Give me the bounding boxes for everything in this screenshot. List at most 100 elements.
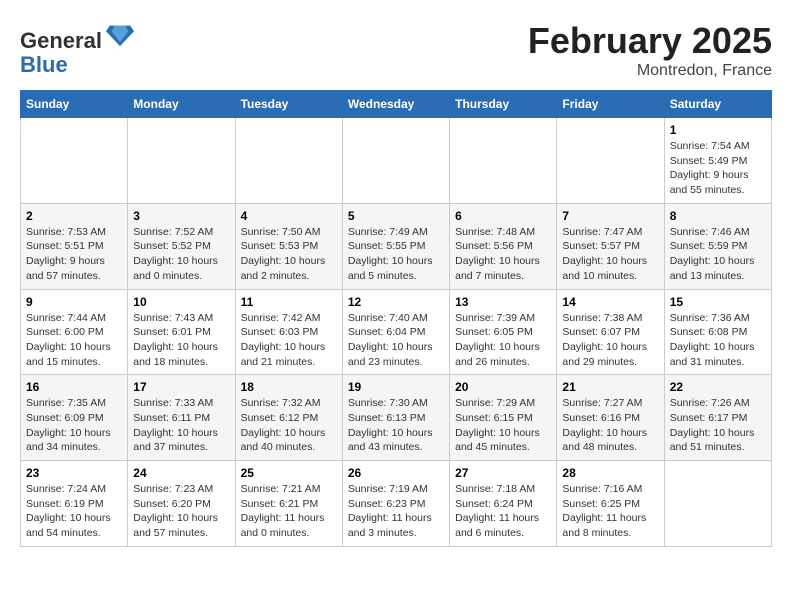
calendar-cell: 14 Sunrise: 7:38 AM Sunset: 6:07 PM Dayli… (557, 289, 664, 375)
day-number: 23 (26, 466, 122, 480)
day-of-week-header: Friday (557, 91, 664, 118)
day-info: Sunrise: 7:44 AM Sunset: 6:00 PM Dayligh… (26, 311, 122, 370)
calendar-cell: 4 Sunrise: 7:50 AM Sunset: 5:53 PM Daylig… (235, 203, 342, 289)
day-of-week-header: Wednesday (342, 91, 449, 118)
calendar-week-row: 2 Sunrise: 7:53 AM Sunset: 5:51 PM Daylig… (21, 203, 772, 289)
day-info: Sunrise: 7:26 AM Sunset: 6:17 PM Dayligh… (670, 396, 766, 455)
title-block: February 2025 Montredon, France (528, 20, 772, 80)
day-info: Sunrise: 7:39 AM Sunset: 6:05 PM Dayligh… (455, 311, 551, 370)
calendar-cell: 23 Sunrise: 7:24 AM Sunset: 6:19 PM Dayli… (21, 461, 128, 547)
day-info: Sunrise: 7:46 AM Sunset: 5:59 PM Dayligh… (670, 225, 766, 284)
calendar-cell: 17 Sunrise: 7:33 AM Sunset: 6:11 PM Dayli… (128, 375, 235, 461)
day-info: Sunrise: 7:47 AM Sunset: 5:57 PM Dayligh… (562, 225, 658, 284)
day-info: Sunrise: 7:42 AM Sunset: 6:03 PM Dayligh… (241, 311, 337, 370)
day-number: 14 (562, 295, 658, 309)
day-number: 27 (455, 466, 551, 480)
day-info: Sunrise: 7:40 AM Sunset: 6:04 PM Dayligh… (348, 311, 444, 370)
day-of-week-header: Tuesday (235, 91, 342, 118)
calendar-cell: 19 Sunrise: 7:30 AM Sunset: 6:13 PM Dayli… (342, 375, 449, 461)
day-info: Sunrise: 7:54 AM Sunset: 5:49 PM Dayligh… (670, 139, 766, 198)
calendar-cell (450, 118, 557, 204)
day-info: Sunrise: 7:50 AM Sunset: 5:53 PM Dayligh… (241, 225, 337, 284)
day-info: Sunrise: 7:24 AM Sunset: 6:19 PM Dayligh… (26, 482, 122, 541)
calendar-cell: 11 Sunrise: 7:42 AM Sunset: 6:03 PM Dayli… (235, 289, 342, 375)
day-number: 7 (562, 209, 658, 223)
calendar-cell: 13 Sunrise: 7:39 AM Sunset: 6:05 PM Dayli… (450, 289, 557, 375)
day-number: 25 (241, 466, 337, 480)
day-info: Sunrise: 7:16 AM Sunset: 6:25 PM Dayligh… (562, 482, 658, 541)
calendar-cell: 6 Sunrise: 7:48 AM Sunset: 5:56 PM Daylig… (450, 203, 557, 289)
day-number: 18 (241, 380, 337, 394)
day-info: Sunrise: 7:30 AM Sunset: 6:13 PM Dayligh… (348, 396, 444, 455)
logo: General Blue (20, 25, 134, 77)
day-info: Sunrise: 7:35 AM Sunset: 6:09 PM Dayligh… (26, 396, 122, 455)
day-number: 4 (241, 209, 337, 223)
calendar-cell: 8Sunrise: 7:46 AM Sunset: 5:59 PM Daylig… (664, 203, 771, 289)
day-info: Sunrise: 7:43 AM Sunset: 6:01 PM Dayligh… (133, 311, 229, 370)
logo-general-text: General (20, 28, 102, 53)
day-number: 21 (562, 380, 658, 394)
calendar-cell: 24 Sunrise: 7:23 AM Sunset: 6:20 PM Dayli… (128, 461, 235, 547)
calendar-cell: 26 Sunrise: 7:19 AM Sunset: 6:23 PM Dayli… (342, 461, 449, 547)
day-number: 2 (26, 209, 122, 223)
day-info: Sunrise: 7:19 AM Sunset: 6:23 PM Dayligh… (348, 482, 444, 541)
day-info: Sunrise: 7:29 AM Sunset: 6:15 PM Dayligh… (455, 396, 551, 455)
calendar-cell: 20 Sunrise: 7:29 AM Sunset: 6:15 PM Dayli… (450, 375, 557, 461)
calendar-table: SundayMondayTuesdayWednesdayThursdayFrid… (20, 90, 772, 547)
calendar-cell (128, 118, 235, 204)
page-header: General Blue February 2025 Montredon, Fr… (20, 20, 772, 80)
calendar-cell: 25Sunrise: 7:21 AM Sunset: 6:21 PM Dayli… (235, 461, 342, 547)
day-of-week-header: Saturday (664, 91, 771, 118)
calendar-cell (557, 118, 664, 204)
day-of-week-header: Thursday (450, 91, 557, 118)
day-info: Sunrise: 7:38 AM Sunset: 6:07 PM Dayligh… (562, 311, 658, 370)
day-info: Sunrise: 7:32 AM Sunset: 6:12 PM Dayligh… (241, 396, 337, 455)
day-number: 17 (133, 380, 229, 394)
day-info: Sunrise: 7:36 AM Sunset: 6:08 PM Dayligh… (670, 311, 766, 370)
day-number: 9 (26, 295, 122, 309)
calendar-cell: 5Sunrise: 7:49 AM Sunset: 5:55 PM Daylig… (342, 203, 449, 289)
calendar-cell: 21Sunrise: 7:27 AM Sunset: 6:16 PM Dayli… (557, 375, 664, 461)
day-number: 28 (562, 466, 658, 480)
day-info: Sunrise: 7:23 AM Sunset: 6:20 PM Dayligh… (133, 482, 229, 541)
calendar-week-row: 16 Sunrise: 7:35 AM Sunset: 6:09 PM Dayli… (21, 375, 772, 461)
day-info: Sunrise: 7:33 AM Sunset: 6:11 PM Dayligh… (133, 396, 229, 455)
day-info: Sunrise: 7:18 AM Sunset: 6:24 PM Dayligh… (455, 482, 551, 541)
calendar-week-row: 9 Sunrise: 7:44 AM Sunset: 6:00 PM Daylig… (21, 289, 772, 375)
month-title: February 2025 (528, 20, 772, 62)
calendar-cell: 16 Sunrise: 7:35 AM Sunset: 6:09 PM Dayli… (21, 375, 128, 461)
day-number: 16 (26, 380, 122, 394)
calendar-cell: 18 Sunrise: 7:32 AM Sunset: 6:12 PM Dayli… (235, 375, 342, 461)
calendar-cell: 27 Sunrise: 7:18 AM Sunset: 6:24 PM Dayli… (450, 461, 557, 547)
day-number: 22 (670, 380, 766, 394)
day-number: 3 (133, 209, 229, 223)
calendar-cell: 10 Sunrise: 7:43 AM Sunset: 6:01 PM Dayli… (128, 289, 235, 375)
calendar-week-row: 23 Sunrise: 7:24 AM Sunset: 6:19 PM Dayli… (21, 461, 772, 547)
calendar-cell (664, 461, 771, 547)
calendar-cell: 9 Sunrise: 7:44 AM Sunset: 6:00 PM Daylig… (21, 289, 128, 375)
day-number: 13 (455, 295, 551, 309)
day-number: 19 (348, 380, 444, 394)
day-number: 26 (348, 466, 444, 480)
calendar-cell: 2 Sunrise: 7:53 AM Sunset: 5:51 PM Daylig… (21, 203, 128, 289)
day-info: Sunrise: 7:48 AM Sunset: 5:56 PM Dayligh… (455, 225, 551, 284)
day-of-week-header: Monday (128, 91, 235, 118)
calendar-cell: 7 Sunrise: 7:47 AM Sunset: 5:57 PM Daylig… (557, 203, 664, 289)
calendar-header-row: SundayMondayTuesdayWednesdayThursdayFrid… (21, 91, 772, 118)
day-number: 6 (455, 209, 551, 223)
day-number: 11 (241, 295, 337, 309)
logo-blue-text: Blue (20, 52, 68, 77)
calendar-cell: 1 Sunrise: 7:54 AM Sunset: 5:49 PM Daylig… (664, 118, 771, 204)
day-number: 10 (133, 295, 229, 309)
day-info: Sunrise: 7:53 AM Sunset: 5:51 PM Dayligh… (26, 225, 122, 284)
calendar-cell (21, 118, 128, 204)
day-number: 12 (348, 295, 444, 309)
day-number: 20 (455, 380, 551, 394)
day-number: 24 (133, 466, 229, 480)
day-info: Sunrise: 7:49 AM Sunset: 5:55 PM Dayligh… (348, 225, 444, 284)
logo-icon (106, 20, 134, 48)
calendar-cell (342, 118, 449, 204)
day-info: Sunrise: 7:52 AM Sunset: 5:52 PM Dayligh… (133, 225, 229, 284)
calendar-cell: 3 Sunrise: 7:52 AM Sunset: 5:52 PM Daylig… (128, 203, 235, 289)
day-number: 1 (670, 123, 766, 137)
